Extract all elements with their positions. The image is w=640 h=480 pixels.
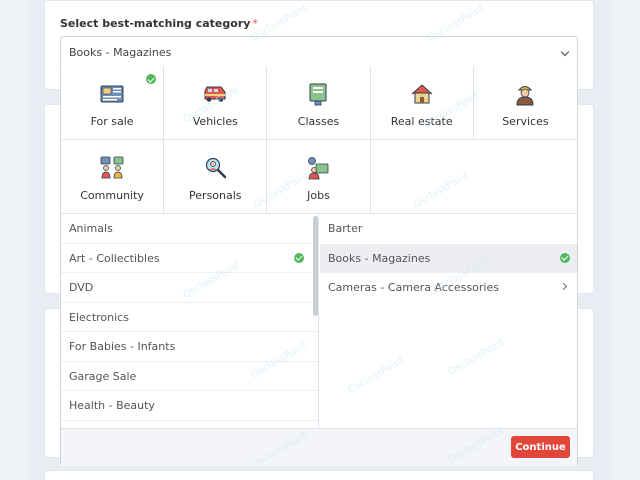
list-item-label: Garage Sale bbox=[69, 369, 137, 383]
category-tile-label: Classes bbox=[297, 115, 340, 128]
category-tile-label: Real estate bbox=[390, 115, 453, 128]
category-tile-real-estate[interactable]: Real estate bbox=[370, 66, 474, 140]
list-item[interactable]: Barter bbox=[320, 214, 577, 244]
list-item-label: Books - Magazines bbox=[328, 251, 431, 265]
list-item-selected[interactable]: Books - Magazines bbox=[320, 243, 577, 273]
scrollbar[interactable] bbox=[313, 216, 318, 316]
house-icon bbox=[411, 84, 433, 104]
category-tile-label: Services bbox=[502, 115, 549, 128]
list-item-label: Cameras - Camera Accessories bbox=[328, 281, 499, 294]
list-item[interactable]: For Babies - Infants bbox=[61, 332, 318, 362]
list-item[interactable]: Cameras - Camera Accessories bbox=[320, 273, 577, 303]
list-item-label: DVD bbox=[69, 281, 94, 294]
subcategory-list-left: Animals Art - Collectibles DVD Electroni… bbox=[61, 214, 319, 428]
category-tile-personals[interactable]: Personals bbox=[164, 140, 268, 214]
list-item[interactable]: Health - Beauty bbox=[61, 391, 318, 421]
list-item-label: Art - Collectibles bbox=[69, 251, 160, 265]
list-item-label: Health - Beauty bbox=[69, 399, 155, 412]
category-tile-vehicles[interactable]: Vehicles bbox=[164, 66, 268, 140]
category-label: Select best-matching category * bbox=[60, 17, 258, 30]
category-label-text: Select best-matching category bbox=[60, 17, 251, 30]
category-tile-label: Jobs bbox=[307, 189, 330, 202]
list-item[interactable]: Electronics bbox=[61, 303, 318, 332]
panel-footer: Continue bbox=[61, 428, 577, 466]
list-item-label: Electronics bbox=[69, 310, 129, 324]
category-tile-label: Community bbox=[80, 189, 144, 202]
category-tile-label: Personals bbox=[189, 189, 242, 202]
category-tile-label: Vehicles bbox=[192, 115, 238, 128]
person-search-icon bbox=[206, 157, 227, 179]
continue-button[interactable]: Continue bbox=[511, 436, 570, 458]
list-item-label: For Babies - Infants bbox=[69, 340, 176, 353]
check-icon bbox=[560, 252, 570, 263]
required-mark: * bbox=[252, 17, 258, 30]
list-item[interactable]: DVD bbox=[61, 273, 318, 303]
list-item[interactable]: Animals bbox=[61, 214, 318, 244]
category-tile-jobs[interactable]: Jobs bbox=[267, 140, 371, 214]
newspaper-icon bbox=[100, 85, 124, 103]
people-icon bbox=[100, 156, 124, 179]
empty-tile bbox=[370, 140, 577, 214]
category-dropdown-panel: For sale Vehicles Classes Real estate Se… bbox=[60, 66, 578, 466]
category-tile-for-sale[interactable]: For sale bbox=[61, 66, 165, 140]
subcategory-lists: Animals Art - Collectibles DVD Electroni… bbox=[61, 214, 577, 428]
category-tile-label: For sale bbox=[90, 115, 134, 128]
list-item-label: Animals bbox=[69, 222, 113, 235]
background-card bbox=[44, 470, 594, 480]
list-item[interactable]: Art - Collectibles bbox=[61, 244, 318, 273]
chevron-right-icon bbox=[559, 282, 568, 291]
list-item-label: Barter bbox=[328, 222, 363, 235]
subcategory-list-right: Barter Books - Magazines Cameras - Camer… bbox=[320, 214, 577, 428]
book-icon bbox=[309, 83, 327, 106]
worker-icon bbox=[516, 86, 534, 106]
category-grid: For sale Vehicles Classes Real estate Se… bbox=[61, 66, 577, 214]
category-tile-classes[interactable]: Classes bbox=[267, 66, 371, 140]
category-tile-services[interactable]: Services bbox=[473, 66, 577, 140]
category-select-value: Books - Magazines bbox=[69, 46, 172, 59]
check-icon bbox=[146, 74, 157, 84]
check-icon bbox=[294, 252, 304, 263]
category-select[interactable]: Books - Magazines bbox=[60, 36, 578, 67]
list-item[interactable]: Garage Sale bbox=[61, 362, 318, 391]
chevron-down-icon bbox=[560, 47, 570, 57]
job-icon bbox=[308, 157, 329, 180]
van-icon bbox=[204, 86, 226, 102]
category-tile-community[interactable]: Community bbox=[61, 140, 165, 214]
